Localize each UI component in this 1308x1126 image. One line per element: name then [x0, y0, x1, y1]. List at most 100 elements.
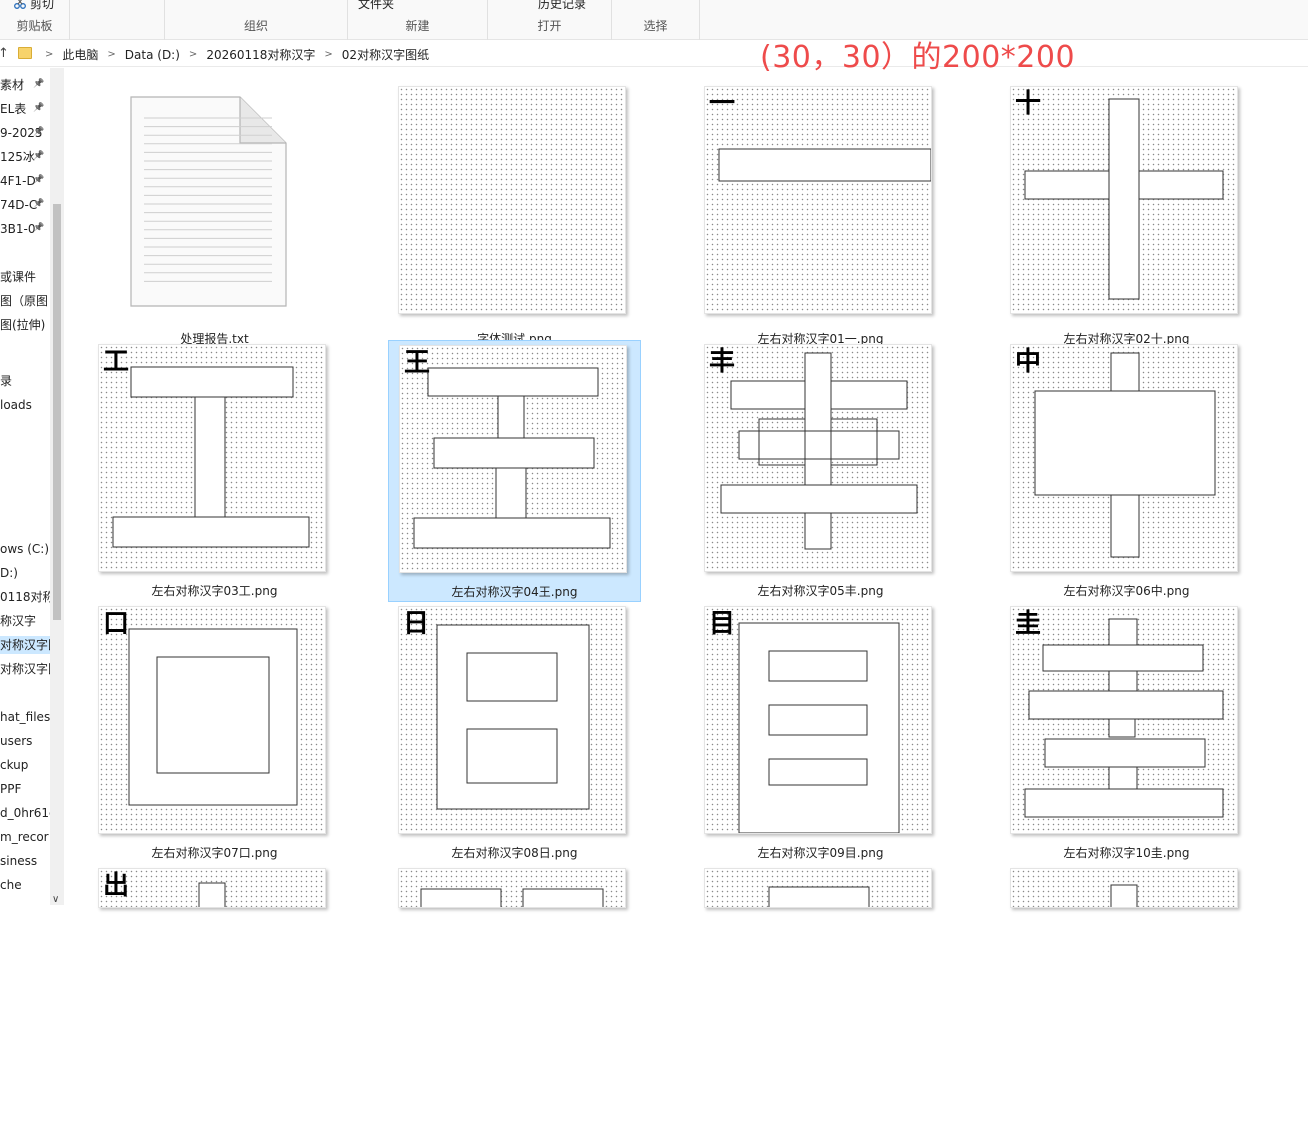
file-item[interactable]: 字体测试.png: [388, 78, 641, 346]
nav-item[interactable]: che: [0, 876, 50, 894]
file-item[interactable]: 处理报告.txt: [88, 78, 341, 346]
glyph-outline: [720, 352, 918, 550]
file-item[interactable]: 出: [88, 864, 341, 1126]
file-item[interactable]: [694, 864, 947, 1126]
pin-icon: 📌: [33, 103, 45, 113]
file-item[interactable]: 王左右对称汉字04王.png: [388, 340, 641, 602]
nav-item[interactable]: D:): [0, 564, 50, 582]
image-thumbnail: 目: [704, 606, 932, 834]
chevron-right-icon[interactable]: >: [189, 49, 197, 60]
file-item[interactable]: 日左右对称汉字08日.png: [388, 602, 641, 864]
file-name: 左右对称汉字06中.png: [1063, 584, 1190, 598]
nav-item[interactable]: d_0hr61e: [0, 804, 50, 822]
glyph-label: 目: [709, 609, 736, 639]
annotation-text: (30，30）的200*200: [760, 40, 1076, 75]
file-item[interactable]: 一左右对称汉字01一.png: [694, 78, 947, 346]
file-item[interactable]: [388, 864, 641, 1126]
file-item[interactable]: 圭左右对称汉字10圭.png: [1000, 602, 1253, 864]
open-label: 打开: [537, 19, 562, 33]
image-thumbnail: [704, 868, 932, 908]
history-button[interactable]: 历史记录: [538, 0, 586, 12]
nav-item[interactable]: ckup: [0, 756, 50, 774]
file-name: 左右对称汉字04王.png: [451, 585, 578, 599]
file-item[interactable]: 工左右对称汉字03工.png: [88, 340, 341, 602]
cut-button[interactable]: 剪切: [30, 0, 54, 12]
file-item[interactable]: 口左右对称汉字07口.png: [88, 602, 341, 864]
glyph-label: 丰: [709, 347, 736, 377]
image-thumbnail: [398, 86, 626, 314]
glyph-outline: [399, 87, 626, 314]
image-thumbnail: 王: [399, 345, 627, 573]
file-name: 左右对称汉字08日.png: [451, 846, 578, 860]
glyph-label: 出: [103, 871, 130, 901]
chevron-down-icon[interactable]: ∨: [52, 894, 59, 905]
clipboard-label: 剪贴板: [16, 19, 53, 33]
nav-item[interactable]: 称汉字: [0, 612, 50, 630]
address-bar[interactable]: ↑ > 此电脑 > Data (D:) > 20260118对称汉字 > 02对…: [0, 41, 1308, 67]
ribbon-group-select: 选择: [612, 0, 700, 40]
image-thumbnail: 中: [1010, 344, 1238, 572]
nav-item[interactable]: 图（原图: [0, 292, 50, 310]
nav-item[interactable]: 0118对称: [0, 588, 50, 606]
nav-item[interactable]: 对称汉字图: [0, 660, 50, 678]
pin-icon: 📌: [33, 199, 45, 209]
file-item[interactable]: 中左右对称汉字06中.png: [1000, 340, 1253, 602]
nav-item[interactable]: siness: [0, 852, 50, 870]
file-item[interactable]: 目左右对称汉字09目.png: [694, 602, 947, 864]
glyph-outline: [1110, 884, 1138, 907]
image-thumbnail: [1010, 868, 1238, 908]
chevron-right-icon[interactable]: >: [107, 49, 115, 60]
glyph-outline: [1034, 352, 1216, 558]
breadcrumb-item-folder[interactable]: 20260118对称汉字: [206, 46, 315, 63]
breadcrumb-item-drive[interactable]: Data (D:): [125, 48, 180, 62]
chevron-right-icon[interactable]: >: [45, 49, 53, 60]
glyph-label: 王: [404, 348, 431, 378]
glyph-outline: [198, 882, 226, 907]
file-item[interactable]: 丰左右对称汉字05丰.png: [694, 340, 947, 602]
nav-item[interactable]: hat_files: [0, 708, 50, 726]
nav-item[interactable]: PPF: [0, 780, 50, 798]
cut-icon[interactable]: [14, 0, 26, 10]
glyph-outline: [1024, 98, 1224, 300]
chevron-right-icon[interactable]: >: [324, 49, 332, 60]
glyph-label: 工: [103, 347, 130, 377]
image-thumbnail: 工: [98, 344, 326, 572]
ribbon-group-open: 历史记录 打开: [488, 0, 612, 40]
new-folder-button[interactable]: 文件夹: [358, 0, 394, 12]
glyph-label: 口: [103, 609, 130, 639]
ribbon-group-organize: 组织: [164, 0, 348, 40]
nav-item[interactable]: loads: [0, 396, 50, 414]
nav-item[interactable]: ows (C:): [0, 540, 50, 558]
glyph-label: 十: [1015, 89, 1042, 119]
pin-icon: 📌: [33, 151, 45, 161]
file-name: 左右对称汉字07口.png: [151, 846, 278, 860]
nav-item[interactable]: users: [0, 732, 50, 750]
glyph-outline: [436, 624, 590, 810]
ribbon-group-clipboard: 剪切 剪贴板: [0, 0, 70, 40]
glyph-outline: [718, 148, 931, 182]
nav-item[interactable]: m_recor: [0, 828, 50, 846]
glyph-label: 圭: [1015, 609, 1042, 639]
text-document-icon: [130, 96, 287, 307]
breadcrumb-item-current[interactable]: 02对称汉字图纸: [342, 46, 429, 63]
nav-item[interactable]: 图(拉伸): [0, 316, 50, 334]
image-thumbnail: 一: [704, 86, 932, 314]
new-label: 新建: [405, 19, 430, 33]
file-name: 左右对称汉字10圭.png: [1063, 846, 1190, 860]
nav-scrollbar-thumb[interactable]: [53, 204, 61, 620]
up-arrow-icon[interactable]: ↑: [0, 46, 9, 61]
folder-icon: [18, 47, 32, 59]
nav-scrollbar[interactable]: ∨: [50, 68, 64, 905]
nav-item[interactable]: 对称汉字图: [0, 636, 50, 654]
glyph-label: 一: [709, 89, 736, 119]
file-item[interactable]: [1000, 864, 1253, 1126]
organize-label: 组织: [243, 19, 268, 33]
file-item[interactable]: 十左右对称汉字02十.png: [1000, 78, 1253, 346]
glyph-label: 中: [1015, 347, 1042, 377]
glyph-label: 日: [403, 609, 430, 639]
file-grid: 处理报告.txt 字体测试.png 一左右对称汉字01一.png 十左右对称汉字02十…: [64, 68, 1308, 908]
nav-item[interactable]: 录: [0, 372, 50, 390]
breadcrumb-item-this-pc[interactable]: 此电脑: [62, 46, 98, 63]
glyph-outline: [1024, 618, 1224, 818]
nav-item[interactable]: 或课件: [0, 268, 50, 286]
